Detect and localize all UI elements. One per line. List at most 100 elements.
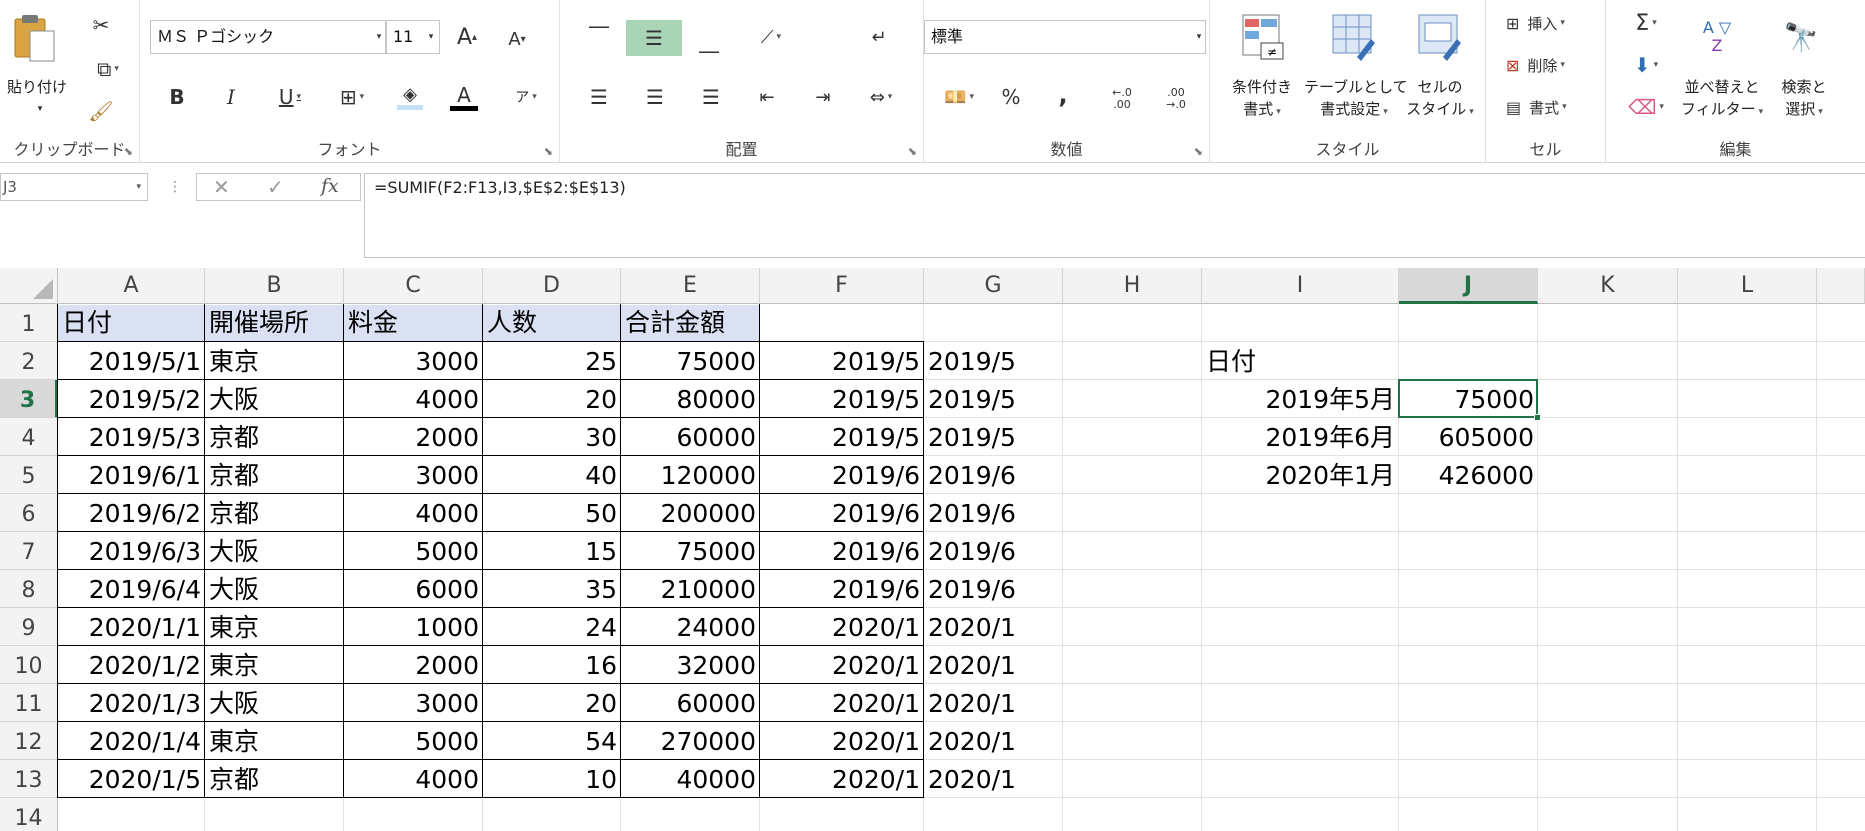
data-cell[interactable]: 200000	[621, 496, 760, 530]
row-header-2[interactable]: 2	[0, 342, 58, 380]
align-right-icon[interactable]: ☰	[694, 82, 728, 112]
data-cell[interactable]: 2019/6	[760, 534, 924, 568]
clipboard-launcher-icon[interactable]: ⬊	[124, 145, 133, 158]
data-cell[interactable]: 6000	[344, 572, 483, 606]
data-cell[interactable]: 2020/1/1	[58, 610, 205, 644]
data-cell[interactable]: 270000	[621, 724, 760, 758]
cell-styles-label2[interactable]: スタイル ▾	[1400, 98, 1480, 123]
column-header-c[interactable]: C	[344, 268, 483, 304]
font-name-select[interactable]: ＭＳ Ｐゴシック	[150, 20, 386, 54]
data-cell[interactable]: 40000	[621, 762, 760, 796]
comma-button[interactable]: ,	[1046, 80, 1080, 110]
summary-month-cell[interactable]: 2019年6月	[1202, 420, 1399, 454]
cancel-entry-icon[interactable]: ✕	[213, 175, 230, 199]
data-cell[interactable]: 2020/1	[924, 686, 1063, 720]
increase-indent-icon[interactable]: ⇥	[806, 82, 840, 112]
data-cell[interactable]: 2020/1/4	[58, 724, 205, 758]
data-cell[interactable]: 30	[483, 420, 621, 454]
bold-icon[interactable]: B	[162, 82, 192, 112]
row-header-6[interactable]: 6	[0, 494, 58, 532]
data-cell[interactable]: 2019/6	[760, 572, 924, 606]
data-cell[interactable]: 2020/1/2	[58, 648, 205, 682]
data-cell[interactable]: 2020/1	[760, 724, 924, 758]
data-cell[interactable]: 54	[483, 724, 621, 758]
data-cell[interactable]: 2020/1	[760, 686, 924, 720]
currency-icon[interactable]: 💴 ▾	[934, 82, 984, 112]
data-cell[interactable]: 2019/6	[924, 496, 1063, 530]
data-cell[interactable]: 20	[483, 382, 621, 416]
conditional-formatting-label2[interactable]: 書式 ▾	[1212, 98, 1312, 123]
row-header-1[interactable]: 1	[0, 304, 58, 342]
cell-styles-icon[interactable]	[1416, 12, 1462, 62]
paste-dropdown-icon[interactable]: ▾	[30, 98, 50, 120]
data-cell[interactable]: 5000	[344, 534, 483, 568]
data-cell[interactable]: 4000	[344, 496, 483, 530]
data-cell[interactable]: 大阪	[205, 534, 344, 568]
data-cell[interactable]: 210000	[621, 572, 760, 606]
row-header-11[interactable]: 11	[0, 684, 58, 722]
column-header-d[interactable]: D	[483, 268, 621, 304]
formula-input[interactable]: =SUMIF(F2:F13,I3,$E$2:$E$13)	[364, 173, 1865, 258]
row-header-9[interactable]: 9	[0, 608, 58, 646]
number-format-select[interactable]: 標準	[924, 20, 1206, 54]
name-box-dropdown-icon[interactable]: ▾	[136, 174, 141, 200]
find-select-icon[interactable]: 🔭	[1774, 12, 1828, 62]
wrap-text-icon[interactable]: ↵	[862, 22, 896, 52]
sort-filter-label2[interactable]: フィルター ▾	[1672, 98, 1772, 123]
data-cell[interactable]: 3000	[344, 686, 483, 720]
orientation-icon[interactable]: ⟋ ▾	[746, 22, 796, 52]
data-cell[interactable]: 2019/6/1	[58, 458, 205, 492]
row-header-12[interactable]: 12	[0, 722, 58, 760]
data-cell[interactable]: 東京	[205, 610, 344, 644]
data-cell[interactable]: 24000	[621, 610, 760, 644]
data-cell[interactable]: 15	[483, 534, 621, 568]
summary-total-cell[interactable]: 605000	[1399, 420, 1538, 454]
data-cell[interactable]: 4000	[344, 762, 483, 796]
data-cell[interactable]: 3000	[344, 344, 483, 378]
data-cell[interactable]: 2020/1	[924, 610, 1063, 644]
data-cell[interactable]: 60000	[621, 420, 760, 454]
data-cell[interactable]: 3000	[344, 458, 483, 492]
data-cell[interactable]: 2019/5	[924, 382, 1063, 416]
clear-icon[interactable]: ⌫ ▾	[1626, 92, 1666, 122]
data-cell[interactable]: 2019/6	[924, 458, 1063, 492]
data-cell[interactable]: 2020/1	[924, 648, 1063, 682]
row-header-8[interactable]: 8	[0, 570, 58, 608]
data-cell[interactable]: 2019/6/3	[58, 534, 205, 568]
decrease-decimal-button[interactable]: .00 →.0	[1156, 82, 1196, 116]
table-header-cell[interactable]: 料金	[344, 305, 482, 341]
format-as-table-icon[interactable]	[1330, 12, 1376, 62]
data-cell[interactable]: 10	[483, 762, 621, 796]
data-cell[interactable]: 京都	[205, 420, 344, 454]
name-box[interactable]: J3 ▾	[0, 173, 148, 201]
column-header-g[interactable]: G	[924, 268, 1063, 304]
formula-bar-grip-icon[interactable]: ⋮	[168, 179, 182, 195]
format-painter-icon[interactable]: 🖌	[86, 98, 116, 124]
data-cell[interactable]: 京都	[205, 762, 344, 796]
data-cell[interactable]: 2019/6	[924, 534, 1063, 568]
summary-month-cell[interactable]: 2020年1月	[1202, 458, 1399, 492]
increase-decimal-button[interactable]: ←.0 .00	[1102, 82, 1142, 116]
data-cell[interactable]: 2019/6	[924, 572, 1063, 606]
cut-icon[interactable]: ✂	[86, 12, 116, 38]
data-cell[interactable]: 20	[483, 686, 621, 720]
table-header-cell[interactable]: 日付	[58, 305, 204, 341]
summary-month-cell[interactable]: 2019年5月	[1202, 382, 1399, 416]
font-name-dropdown-icon[interactable]: ▾	[372, 21, 386, 53]
align-middle-icon[interactable]: ☰	[626, 20, 682, 56]
data-cell[interactable]: 75000	[621, 344, 760, 378]
table-header-cell[interactable]: 合計金額	[621, 305, 759, 341]
data-cell[interactable]: 東京	[205, 724, 344, 758]
data-cell[interactable]: 2019/5/1	[58, 344, 205, 378]
data-cell[interactable]: 5000	[344, 724, 483, 758]
data-cell[interactable]: 東京	[205, 648, 344, 682]
decrease-font-size-icon[interactable]: A ▾	[502, 24, 532, 54]
confirm-entry-icon[interactable]: ✓	[267, 175, 284, 199]
italic-icon[interactable]: I	[216, 82, 246, 112]
sort-filter-label1[interactable]: 並べ替えと	[1672, 76, 1772, 98]
data-cell[interactable]: 京都	[205, 458, 344, 492]
data-cell[interactable]: 2020/1/5	[58, 762, 205, 796]
data-cell[interactable]: 2019/5	[924, 344, 1063, 378]
row-header-3[interactable]: 3	[0, 380, 58, 418]
percent-button[interactable]: %	[994, 82, 1028, 112]
